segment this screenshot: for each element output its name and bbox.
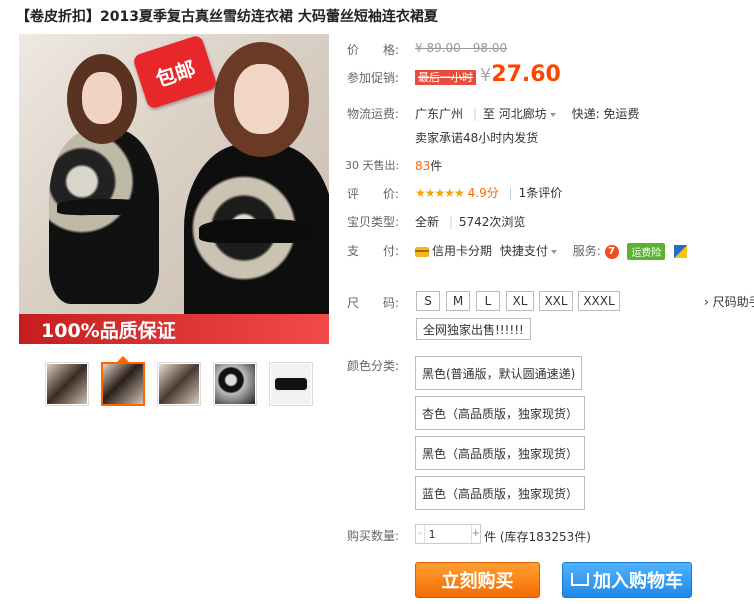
buy-now-label: 立刻购买 (441, 571, 514, 592)
color-option-blue-premium[interactable]: 蓝色（高品质版，独家现货） (415, 476, 586, 510)
stock-info: 件 (库存183253件) (484, 530, 591, 544)
shipping-row: 广东广州 | 至 河北廊坊 快递: 免运费 (415, 107, 640, 121)
rating-label: 评 价: (347, 187, 400, 201)
promo-tag: 最后一小时 (415, 70, 476, 85)
promo-label: 参加促销: (347, 71, 400, 85)
price-label: 价 格: (347, 43, 400, 57)
ship-to-select[interactable]: 河北廊坊 (499, 107, 556, 121)
payment-label: 支 付: (347, 244, 400, 258)
shipping-insurance-badge[interactable]: 运费险 (627, 243, 666, 260)
chevron-down-icon (549, 112, 556, 117)
currency-symbol: ¥ (479, 65, 492, 86)
shipping-note: 卖家承诺48小时内发货 (415, 131, 539, 145)
thumbnail-2[interactable] (101, 362, 145, 406)
size-option-m[interactable]: M (446, 291, 470, 311)
thumbnail-strip (45, 362, 313, 406)
model-left-face (82, 72, 122, 124)
ship-to-prefix: 至 (482, 107, 495, 121)
chevron-down-icon (550, 249, 557, 254)
quick-pay[interactable]: 快捷支付 (500, 244, 548, 258)
service-guarantee-icon[interactable] (674, 245, 688, 258)
model-right-face (234, 64, 289, 134)
product-title: 【卷皮折扣】2013夏季复古真丝雪纺连衣裙 大码蕾丝短袖连衣裙夏 (16, 6, 438, 26)
quality-banner: 100%品质保证 (19, 314, 329, 344)
quantity-label: 购买数量: (347, 529, 400, 543)
shipping-fee: 快递: 免运费 (571, 107, 640, 121)
seven-day-return-icon[interactable]: 7 (604, 244, 619, 259)
size-option-xxxl[interactable]: XXXL (578, 291, 620, 311)
title-text: 2013夏季复古真丝雪纺连衣裙 大码蕾丝短袖连衣裙夏 (100, 9, 438, 25)
title-tag: 【卷皮折扣】 (16, 9, 100, 25)
size-option-xxl[interactable]: XXL (539, 291, 573, 311)
sales-count: 83 (415, 159, 431, 173)
quantity-stepper: - + (415, 524, 481, 544)
color-option-black-standard[interactable]: 黑色(普通版，默认圆通速递) (415, 356, 583, 390)
original-price: ¥ 89.00 - 98.00 (415, 41, 508, 55)
payment-row: 信用卡分期 快捷支付 服务: 7 运费险 (415, 242, 688, 260)
quantity-input[interactable] (424, 525, 471, 543)
sales-label: 30 天售出: (345, 159, 400, 172)
view-count: 5742次浏览 (458, 215, 526, 229)
color-label: 颜色分类: (347, 359, 400, 373)
credit-installment[interactable]: 信用卡分期 (432, 244, 492, 258)
promo-price-row: 最后一小时 ¥27.60 (415, 62, 561, 87)
model-right-belt (199, 219, 314, 243)
type-label: 宝贝类型: (347, 215, 400, 229)
thumbnail-3[interactable] (157, 362, 201, 406)
color-option-black-premium[interactable]: 黑色（高品质版，独家现货） (415, 436, 586, 470)
add-to-cart-button[interactable]: 加入购物车 (562, 562, 692, 598)
thumbnail-5[interactable] (269, 362, 313, 406)
quantity-increase-button[interactable]: + (470, 525, 480, 543)
free-shipping-badge: 包邮 (132, 34, 218, 110)
size-option-s[interactable]: S (416, 291, 440, 311)
size-helper-link[interactable]: › 尺码助手 (704, 293, 754, 310)
size-option-exclusive[interactable]: 全网独家出售!!!!!! (416, 318, 531, 340)
rating-stars-icon: ★★★★★ (415, 186, 465, 200)
credit-card-icon (415, 246, 429, 257)
service-label: 服务: (572, 244, 601, 258)
sales-unit: 件 (430, 159, 443, 173)
ship-to: 河北廊坊 (498, 107, 547, 121)
sales-row: 83件 (415, 157, 442, 174)
add-to-cart-label: 加入购物车 (593, 571, 683, 592)
current-price: 27.60 (491, 62, 561, 87)
type-row: 全新 | 5742次浏览 (415, 215, 526, 229)
rating-score: 4.9分 (467, 186, 499, 200)
reviews-link[interactable]: 1条评价 (519, 186, 563, 200)
thumbnail-1[interactable] (45, 362, 89, 406)
thumbnail-4[interactable] (213, 362, 257, 406)
ship-from: 广东广州 (415, 107, 464, 121)
model-left-dress (49, 129, 159, 304)
size-label: 尺 码: (347, 296, 400, 310)
quantity-decrease-button[interactable]: - (416, 525, 425, 543)
model-left-belt (57, 199, 152, 215)
cart-icon (571, 572, 589, 586)
buy-now-button[interactable]: 立刻购买 (415, 562, 540, 598)
main-product-image[interactable]: 包邮 100%品质保证 (19, 34, 329, 344)
color-option-apricot-premium[interactable]: 杏色（高品质版，独家现货） (415, 396, 586, 430)
item-condition: 全新 (415, 215, 440, 229)
size-option-l[interactable]: L (476, 291, 500, 311)
size-option-xl[interactable]: XL (506, 291, 534, 311)
rating-row: ★★★★★ 4.9分 | 1条评价 (415, 186, 563, 200)
shipping-label: 物流运费: (347, 107, 400, 121)
